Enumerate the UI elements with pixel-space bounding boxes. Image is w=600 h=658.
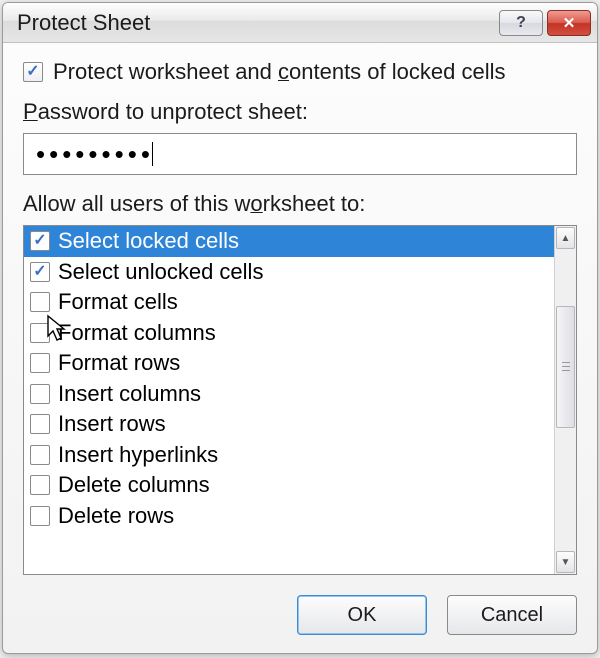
permission-item[interactable]: Insert rows: [24, 409, 554, 440]
permission-checkbox[interactable]: [30, 445, 50, 465]
close-icon: ✕: [563, 14, 576, 32]
permission-checkbox[interactable]: [30, 353, 50, 373]
help-icon: ?: [516, 14, 526, 32]
protect-contents-label: Protect worksheet and contents of locked…: [53, 59, 505, 85]
permission-label: Select locked cells: [58, 228, 239, 254]
protect-sheet-dialog: Protect Sheet ? ✕ Protect worksheet and …: [2, 2, 598, 654]
permission-checkbox[interactable]: [30, 384, 50, 404]
close-button[interactable]: ✕: [547, 10, 591, 36]
permission-item[interactable]: Select unlocked cells: [24, 257, 554, 288]
permission-item[interactable]: Format columns: [24, 318, 554, 349]
allow-users-label: Allow all users of this worksheet to:: [23, 191, 577, 217]
permission-item[interactable]: Delete rows: [24, 501, 554, 532]
permission-item[interactable]: Insert hyperlinks: [24, 440, 554, 471]
permission-label: Delete columns: [58, 472, 210, 498]
text-caret: [152, 142, 153, 166]
permission-checkbox[interactable]: [30, 506, 50, 526]
protect-contents-row: Protect worksheet and contents of locked…: [23, 59, 577, 85]
ok-button[interactable]: OK: [297, 595, 427, 635]
password-label: Password to unprotect sheet:: [23, 99, 577, 125]
password-input[interactable]: •••••••••: [23, 133, 577, 175]
permission-label: Insert rows: [58, 411, 166, 437]
scrollbar: ▲ ▼: [554, 226, 576, 574]
protect-contents-checkbox[interactable]: [23, 62, 43, 82]
permission-item[interactable]: Format rows: [24, 348, 554, 379]
cancel-button[interactable]: Cancel: [447, 595, 577, 635]
titlebar-buttons: ? ✕: [499, 10, 591, 36]
dialog-button-row: OK Cancel: [3, 589, 597, 653]
scrollbar-track[interactable]: [555, 250, 576, 550]
permission-checkbox[interactable]: [30, 414, 50, 434]
permission-label: Format rows: [58, 350, 180, 376]
permission-label: Insert hyperlinks: [58, 442, 218, 468]
permission-item[interactable]: Format cells: [24, 287, 554, 318]
scroll-up-button[interactable]: ▲: [556, 227, 575, 249]
dialog-body: Protect worksheet and contents of locked…: [3, 43, 597, 589]
permission-item[interactable]: Insert columns: [24, 379, 554, 410]
permission-checkbox[interactable]: [30, 231, 50, 251]
permissions-list: Select locked cells Select unlocked cells…: [23, 225, 577, 575]
permission-item[interactable]: Select locked cells: [24, 226, 554, 257]
permission-item[interactable]: Delete columns: [24, 470, 554, 501]
password-value: •••••••••: [36, 141, 154, 167]
permission-label: Select unlocked cells: [58, 259, 263, 285]
permission-label: Format cells: [58, 289, 178, 315]
dialog-title: Protect Sheet: [17, 10, 499, 36]
permission-checkbox[interactable]: [30, 292, 50, 312]
help-button[interactable]: ?: [499, 10, 543, 36]
scrollbar-thumb[interactable]: [556, 306, 575, 428]
permission-checkbox[interactable]: [30, 323, 50, 343]
permission-label: Delete rows: [58, 503, 174, 529]
permission-checkbox[interactable]: [30, 262, 50, 282]
permission-label: Format columns: [58, 320, 216, 346]
scroll-down-button[interactable]: ▼: [556, 551, 575, 573]
permission-checkbox[interactable]: [30, 475, 50, 495]
permissions-list-items: Select locked cells Select unlocked cells…: [24, 226, 554, 574]
permission-label: Insert columns: [58, 381, 201, 407]
titlebar: Protect Sheet ? ✕: [3, 3, 597, 43]
